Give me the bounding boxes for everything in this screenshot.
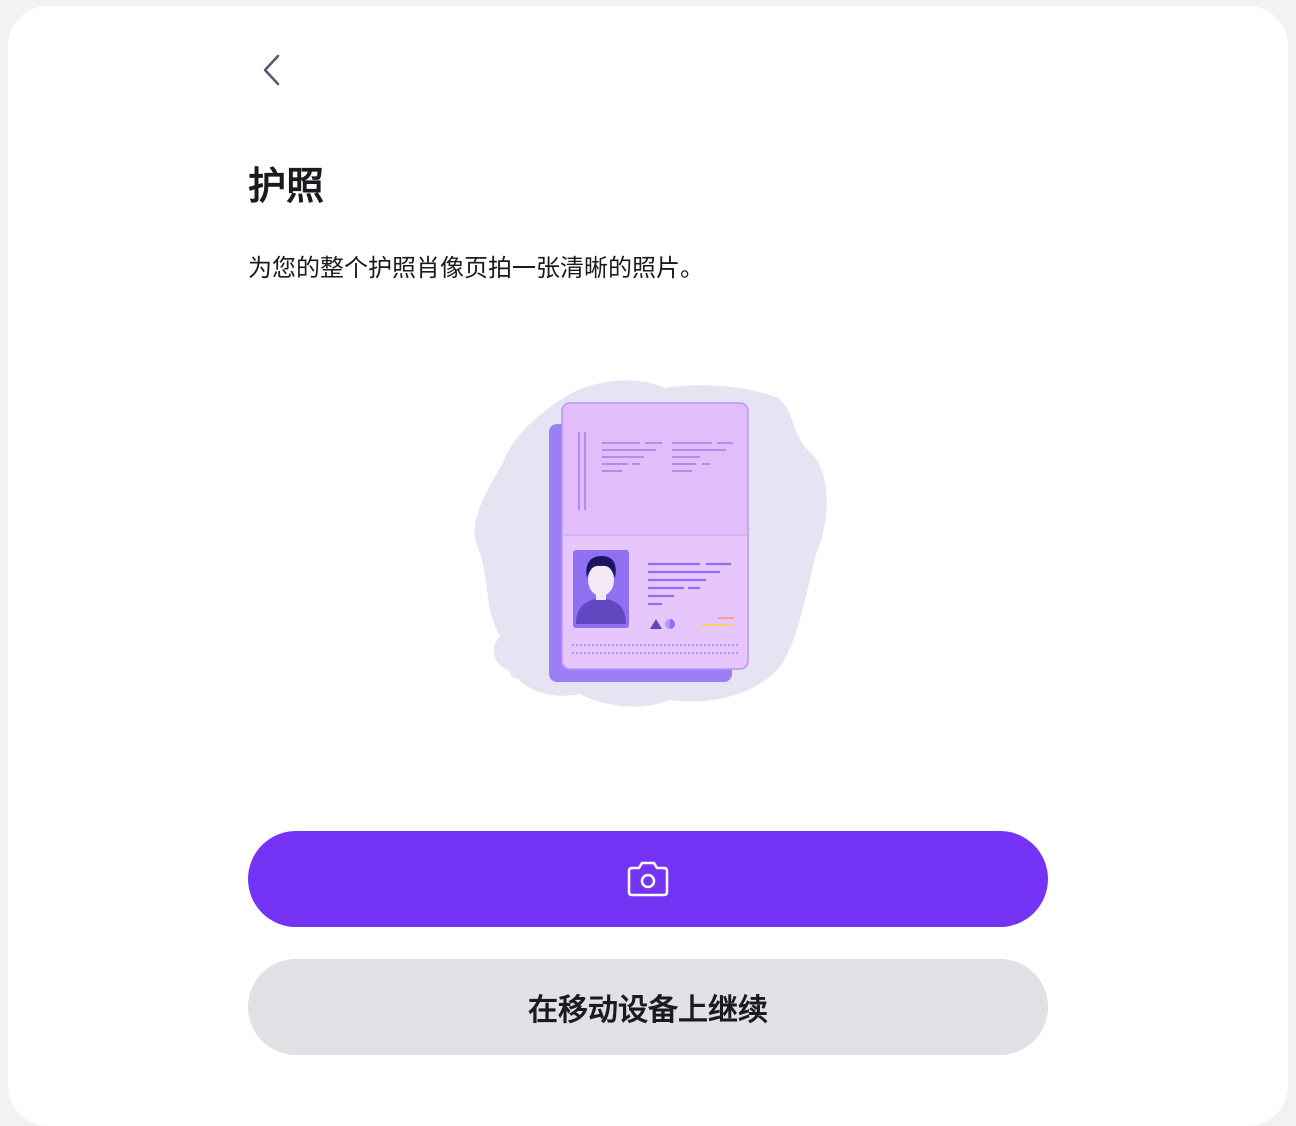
page-title: 护照 bbox=[248, 164, 325, 208]
camera-icon bbox=[627, 861, 669, 897]
passport-upper-half bbox=[563, 404, 747, 535]
chevron-left-icon bbox=[263, 54, 280, 86]
continue-on-mobile-button[interactable]: 在移动设备上继续 bbox=[248, 959, 1048, 1055]
page-description: 为您的整个护照肖像页拍一张清晰的照片。 bbox=[248, 254, 704, 282]
passport-illustration bbox=[474, 380, 827, 707]
back-button[interactable] bbox=[250, 46, 294, 94]
blob-dot bbox=[510, 666, 522, 678]
take-photo-button[interactable] bbox=[248, 831, 1048, 927]
passport-photo bbox=[573, 550, 629, 628]
